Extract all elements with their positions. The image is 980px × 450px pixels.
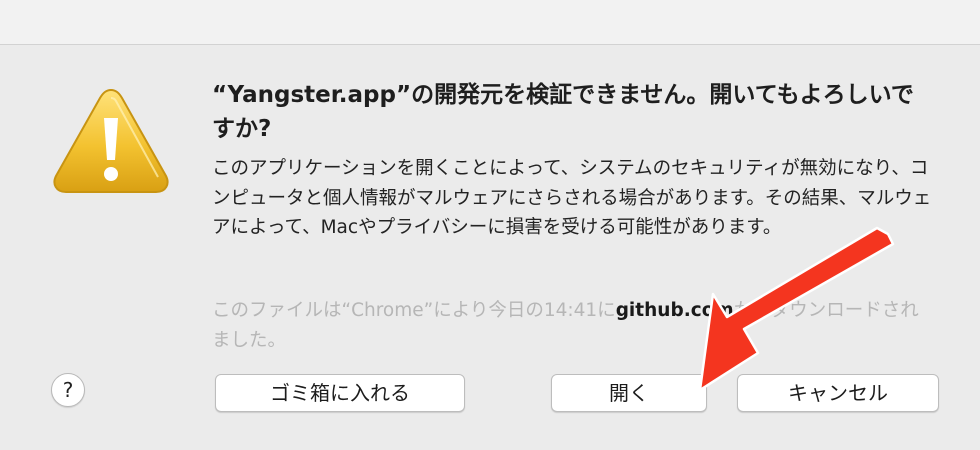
download-source-note: このファイルは“Chrome”により今日の14:41にgithub.comからダ…: [212, 296, 932, 355]
warning-triangle-icon: [53, 88, 169, 193]
help-button[interactable]: ?: [51, 373, 85, 407]
download-note-prefix: このファイルは“Chrome”により今日の14:41に: [212, 300, 616, 321]
cancel-button[interactable]: キャンセル: [737, 374, 939, 412]
dialog-title: “Yangster.app”の開発元を検証できません。開いてもよろしいですか?: [212, 82, 914, 142]
move-to-trash-button[interactable]: ゴミ箱に入れる: [215, 374, 465, 412]
download-host: github.com: [615, 300, 734, 321]
dialog-message: このアプリケーションを開くことによって、システムのセキュリティが無効になり、コン…: [212, 158, 932, 238]
open-button[interactable]: 開く: [551, 374, 707, 412]
window-top-bar: [0, 0, 980, 45]
